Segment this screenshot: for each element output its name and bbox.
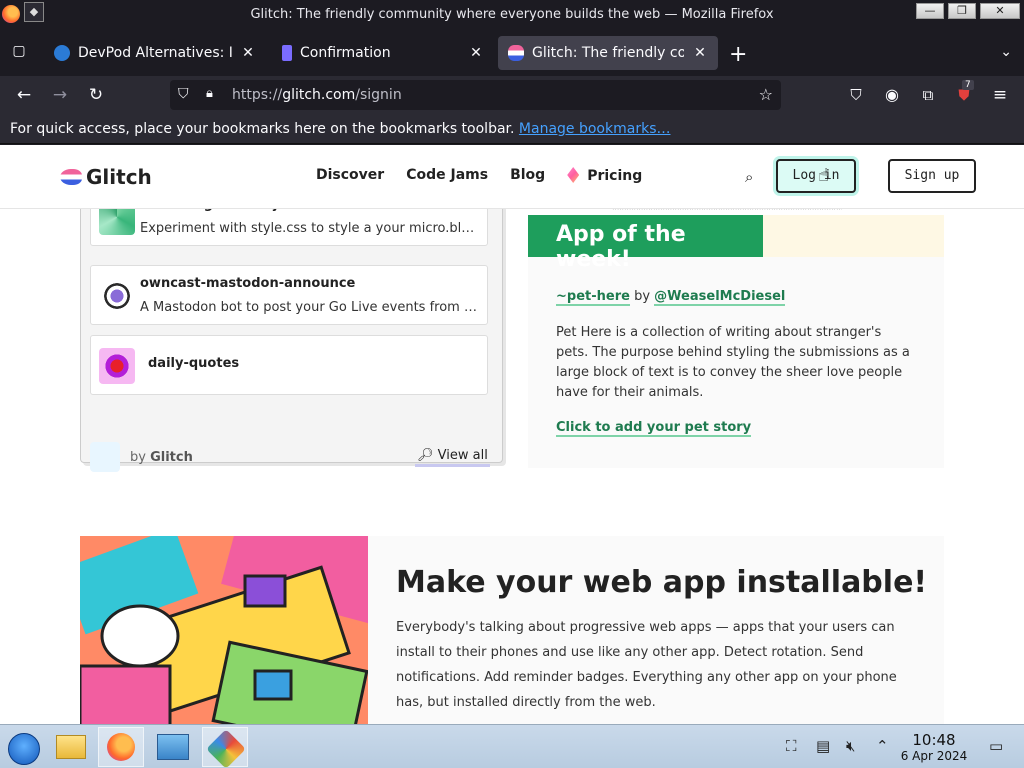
account-icon[interactable]: ◉: [881, 84, 903, 106]
chevron-down-icon[interactable]: ⌄: [1000, 44, 1012, 60]
back-arrow-icon[interactable]: ←: [13, 84, 35, 106]
hand-cursor-icon: ☝: [818, 165, 829, 186]
tab-devpod[interactable]: DevPod Alternatives: IDE ✕: [44, 36, 266, 70]
url-text[interactable]: https://glitch.com/signin: [232, 87, 402, 103]
web-page: Glitch Discover Code Jams Blog Pricing ⌕…: [0, 145, 1024, 724]
tab-list-icon[interactable]: ▢: [8, 43, 30, 63]
project-description: Experiment with style.css to style a you…: [140, 221, 480, 236]
bookmarks-message: For quick access, place your bookmarks h…: [10, 121, 515, 137]
show-desktop-icon[interactable]: ▭: [989, 737, 1003, 755]
clipboard-icon[interactable]: ▤: [816, 737, 830, 755]
installable-illustration: [80, 536, 368, 724]
project-item[interactable]: daily-quotes: [90, 335, 488, 395]
gem-icon: [567, 167, 580, 183]
lock-icon[interactable]: 🔒︎: [206, 86, 213, 101]
tab-label: Glitch: The friendly comm: [532, 45, 684, 61]
installable-title: Make your web app installable!: [396, 565, 928, 600]
collection-footer: by Glitch 🔎︎ View all: [81, 432, 502, 472]
app-taskbar[interactable]: [202, 727, 248, 768]
network-icon[interactable]: ⛶: [786, 737, 797, 755]
folder-icon: [56, 735, 86, 759]
extension-badge: 7: [962, 80, 974, 90]
reload-icon[interactable]: ↻: [85, 84, 107, 106]
project-description: A Mastodon bot to post your Go Live even…: [140, 300, 480, 315]
tab-label: DevPod Alternatives: IDE: [78, 45, 232, 61]
app-of-week-heading: App of the week!: [528, 215, 763, 272]
bookmarks-toolbar: For quick access, place your bookmarks h…: [0, 114, 1024, 144]
glitch-fish-icon: [508, 45, 524, 61]
file-manager-taskbar[interactable]: [48, 727, 94, 767]
chevron-up-icon[interactable]: ⌃: [876, 737, 889, 755]
nav-pricing[interactable]: Pricing: [567, 167, 642, 184]
project-name: daily-quotes: [148, 356, 240, 371]
control-panel-taskbar[interactable]: [150, 727, 196, 767]
glitch-avatar: [90, 442, 120, 472]
author-link[interactable]: @WeaselMcDiesel: [654, 289, 786, 306]
collection-author: by Glitch: [130, 450, 193, 465]
shield-icon[interactable]: ⛉: [178, 86, 189, 102]
forward-arrow-icon[interactable]: →: [49, 84, 71, 106]
clock-date: 6 Apr 2024: [900, 749, 968, 763]
by-text: by: [634, 289, 651, 304]
add-pet-story-link[interactable]: Click to add your pet story: [556, 420, 752, 437]
site-nav: Discover Code Jams Blog Pricing: [316, 167, 642, 184]
tab-confirmation[interactable]: Confirmation ✕: [272, 36, 494, 70]
search-icon[interactable]: ⌕: [745, 168, 753, 186]
author-link[interactable]: Glitch: [150, 450, 193, 465]
maximize-button[interactable]: ❐: [948, 3, 976, 19]
taskbar: ⛶ ▤ 🔇︎ ⌃ 10:48 6 Apr 2024 ▭: [0, 724, 1024, 768]
firefox-icon: [107, 733, 135, 761]
url-bar[interactable]: ⛉ 🔒︎ https://glitch.com/signin ☆: [170, 80, 781, 110]
confirmation-favicon-icon: [282, 45, 292, 61]
pocket-icon[interactable]: ⛉: [845, 84, 867, 106]
glitch-fish-icon: [60, 169, 82, 185]
installable-description: Everybody's talking about progressive we…: [396, 620, 897, 710]
site-header: Glitch Discover Code Jams Blog Pricing ⌕…: [0, 145, 1024, 209]
signup-button[interactable]: Sign up: [888, 159, 976, 193]
nav-discover[interactable]: Discover: [316, 167, 384, 184]
app-of-week-description: Pet Here is a collection of writing abou…: [556, 325, 910, 400]
navigation-toolbar: ← → ↻ ⛉ 🔒︎ https://glitch.com/signin ☆ ⛉…: [0, 76, 1024, 114]
tab-close-icon[interactable]: ✕: [468, 45, 484, 61]
project-avatar: [99, 348, 135, 384]
hamburger-menu-icon[interactable]: ≡: [989, 84, 1011, 106]
logo-text: Glitch: [86, 165, 152, 189]
window-titlebar: ◆ Glitch: The friendly community where e…: [0, 0, 1024, 30]
app-icon: [206, 729, 246, 768]
project-name: owncast-mastodon-announce: [140, 276, 356, 291]
clock-time: 10:48: [912, 731, 956, 749]
monitor-icon: [157, 734, 189, 760]
tab-glitch[interactable]: Glitch: The friendly comm ✕: [498, 36, 718, 70]
tab-strip: ▢ DevPod Alternatives: IDE ✕ Confirmatio…: [0, 30, 1024, 76]
nav-blog[interactable]: Blog: [510, 167, 545, 184]
project-link[interactable]: ~pet-here: [556, 289, 630, 306]
app-of-week-meta: ~pet-here by @WeaselMcDiesel: [556, 289, 786, 306]
window-title: Glitch: The friendly community where eve…: [250, 7, 774, 22]
project-avatar: [99, 278, 135, 314]
tab-close-icon[interactable]: ✕: [692, 45, 708, 61]
project-collection-card: microblog-sidebarjs-css Experiment with …: [80, 185, 503, 472]
tab-close-icon[interactable]: ✕: [240, 45, 256, 61]
glitch-logo[interactable]: Glitch: [60, 165, 152, 189]
manage-bookmarks-link[interactable]: Manage bookmarks…: [519, 121, 671, 137]
windows-orb-icon: [8, 733, 40, 765]
firefox-taskbar[interactable]: [98, 727, 144, 767]
close-button[interactable]: ✕: [980, 3, 1020, 19]
new-tab-icon[interactable]: +: [729, 42, 747, 67]
view-all-link[interactable]: 🔎︎ View all: [415, 446, 490, 467]
globe-icon: [54, 45, 70, 61]
clock[interactable]: 10:48 6 Apr 2024: [896, 731, 972, 763]
start-button[interactable]: [2, 727, 48, 767]
volume-muted-icon[interactable]: 🔇︎: [846, 737, 855, 755]
minimize-button[interactable]: —: [916, 3, 944, 19]
extensions-icon[interactable]: ⧉: [917, 84, 939, 106]
login-button[interactable]: Log in: [776, 159, 856, 193]
tab-label: Confirmation: [300, 45, 391, 61]
bookmark-star-icon[interactable]: ☆: [759, 85, 773, 104]
nav-code-jams[interactable]: Code Jams: [406, 167, 488, 184]
project-item[interactable]: owncast-mastodon-announce A Mastodon bot…: [90, 265, 488, 325]
